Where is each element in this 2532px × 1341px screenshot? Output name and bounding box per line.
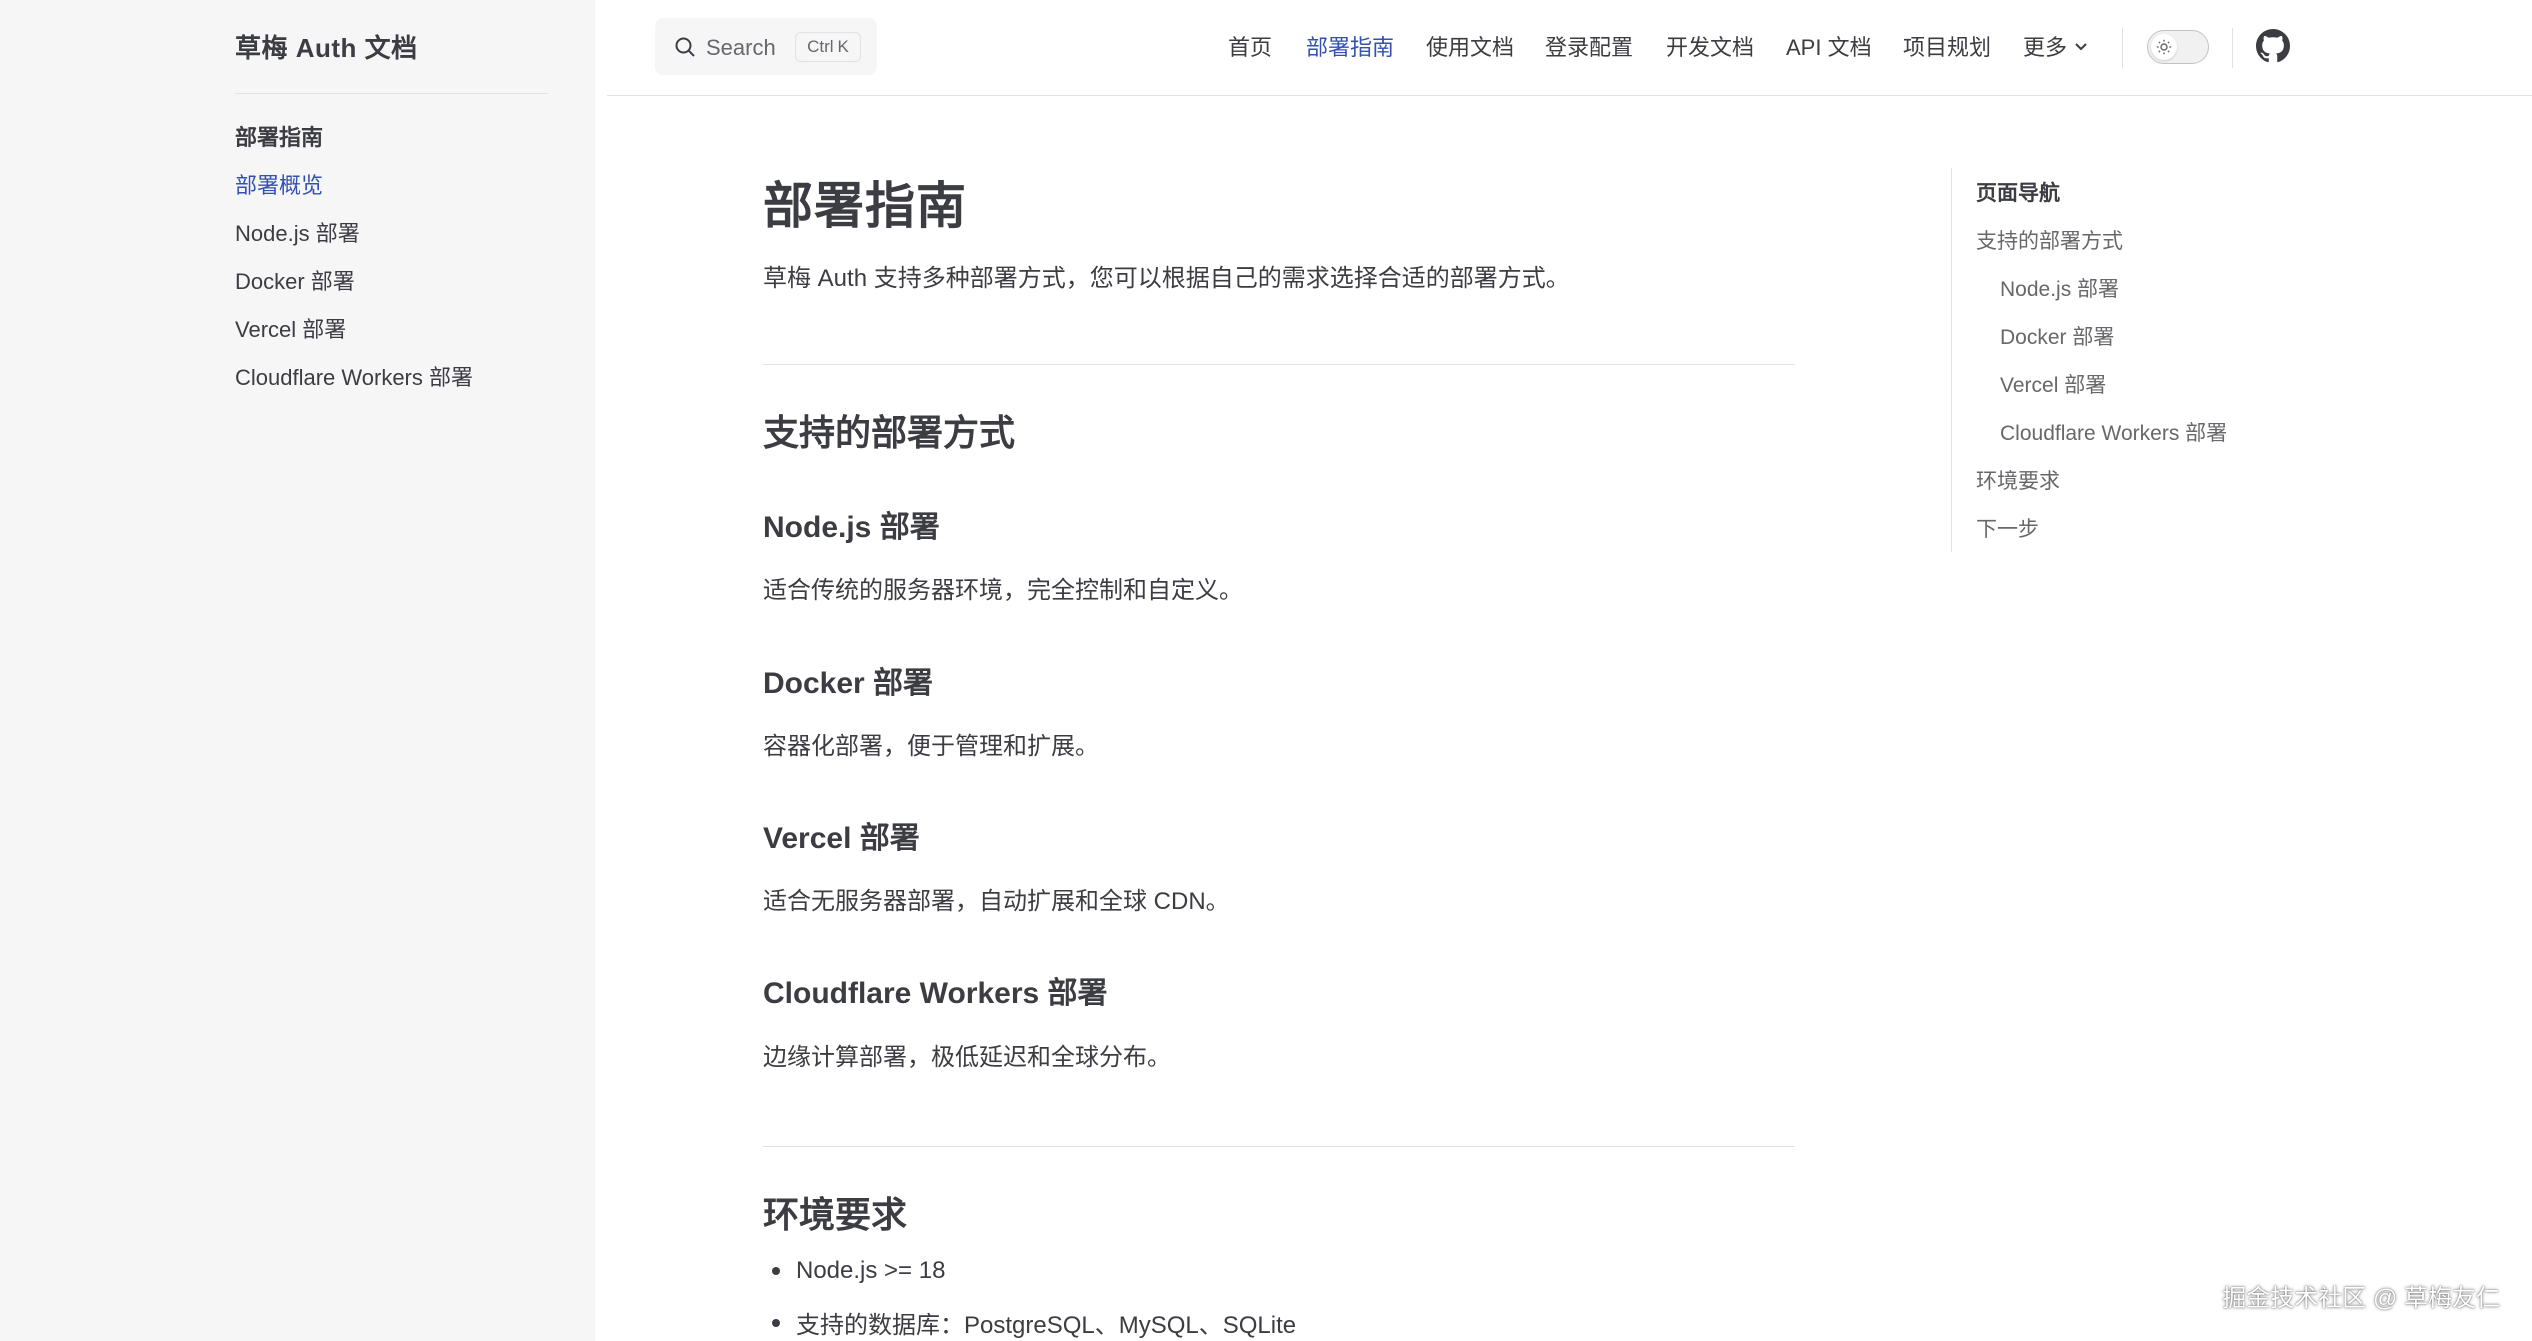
shortcut-key: K <box>837 37 849 56</box>
toggle-knob <box>2151 34 2177 60</box>
watermark: 掘金技术社区 @ 草梅友仁 <box>2222 1285 2500 1312</box>
shortcut-ctrl: Ctrl <box>807 37 834 56</box>
method-description: 适合传统的服务器环境，完全控制和自定义。 <box>763 577 1243 604</box>
method-heading: Node.js 部署 <box>763 511 940 544</box>
bullet-dot <box>772 1267 780 1275</box>
sidebar-divider <box>235 93 548 94</box>
outline-item[interactable]: Docker 部署 <box>2000 321 2114 351</box>
section-heading-methods: 支持的部署方式 <box>763 412 1016 453</box>
outline-item[interactable]: 支持的部署方式 <box>1976 225 2123 255</box>
chevron-down-icon <box>2075 43 2087 51</box>
nav-link-deploy[interactable]: 部署指南 <box>1306 30 1394 62</box>
list-item-text: 支持的数据库：PostgreSQL、MySQL、SQLite <box>796 1312 1297 1339</box>
sidebar-item-cloudflare[interactable]: Cloudflare Workers 部署 <box>235 360 473 392</box>
method-heading: Vercel 部署 <box>763 822 920 855</box>
divider <box>763 1146 1795 1147</box>
nav-link-usage[interactable]: 使用文档 <box>1426 30 1514 62</box>
sidebar: 草梅 Auth 文档 部署指南 部署概览 Node.js 部署 Docker 部… <box>0 0 595 1341</box>
sun-icon <box>2156 39 2172 55</box>
search-label: Search <box>706 35 776 60</box>
method-description: 适合无服务器部署，自动扩展和全球 CDN。 <box>763 888 1230 915</box>
nav-link-roadmap[interactable]: 项目规划 <box>1903 30 1991 62</box>
sidebar-item-docker[interactable]: Docker 部署 <box>235 264 355 296</box>
divider <box>763 364 1795 365</box>
method-heading: Docker 部署 <box>763 667 934 700</box>
site-title[interactable]: 草梅 Auth 文档 <box>235 28 418 65</box>
nav-link-dev-docs[interactable]: 开发文档 <box>1666 30 1754 62</box>
outline-title: 页面导航 <box>1976 182 2060 205</box>
page-title: 部署指南 <box>763 178 967 234</box>
outline-marker-track <box>1951 168 1952 552</box>
nav-separator <box>2232 28 2233 68</box>
nav-link-login-config[interactable]: 登录配置 <box>1545 30 1633 62</box>
method-description: 容器化部署，便于管理和扩展。 <box>763 733 1099 760</box>
outline-item[interactable]: 环境要求 <box>1976 465 2060 495</box>
method-description: 边缘计算部署，极低延迟和全球分布。 <box>763 1044 1171 1071</box>
outline-item[interactable]: Vercel 部署 <box>2000 369 2106 399</box>
outline-item[interactable]: Node.js 部署 <box>2000 273 2119 303</box>
nav-link-more[interactable]: 更多 <box>2023 30 2067 62</box>
search-shortcut: Ctrl K <box>795 32 861 62</box>
outline-item[interactable]: 下一步 <box>1976 513 2039 543</box>
nav-separator <box>2122 28 2123 68</box>
page-lead: 草梅 Auth 支持多种部署方式，您可以根据自己的需求选择合适的部署方式。 <box>763 265 1570 292</box>
method-heading: Cloudflare Workers 部署 <box>763 977 1108 1010</box>
list-item: Node.js >= 18 <box>763 1257 945 1285</box>
list-item-text: Node.js >= 18 <box>796 1257 946 1284</box>
section-heading-requirements: 环境要求 <box>763 1194 908 1235</box>
github-icon[interactable] <box>2256 29 2290 63</box>
nav-link-home[interactable]: 首页 <box>1228 30 1272 62</box>
appearance-toggle[interactable] <box>2147 30 2209 64</box>
search-icon <box>675 37 695 57</box>
bullet-dot <box>772 1318 780 1327</box>
sidebar-item-nodejs[interactable]: Node.js 部署 <box>235 216 360 248</box>
list-item: 支持的数据库：PostgreSQL、MySQL、SQLite <box>763 1305 1296 1340</box>
sidebar-group-title: 部署指南 <box>235 125 324 150</box>
sidebar-item-vercel[interactable]: Vercel 部署 <box>235 312 346 344</box>
outline-item[interactable]: Cloudflare Workers 部署 <box>2000 417 2227 447</box>
nav-link-api-docs[interactable]: API 文档 <box>1786 30 1872 62</box>
sidebar-item-overview[interactable]: 部署概览 <box>235 168 323 200</box>
